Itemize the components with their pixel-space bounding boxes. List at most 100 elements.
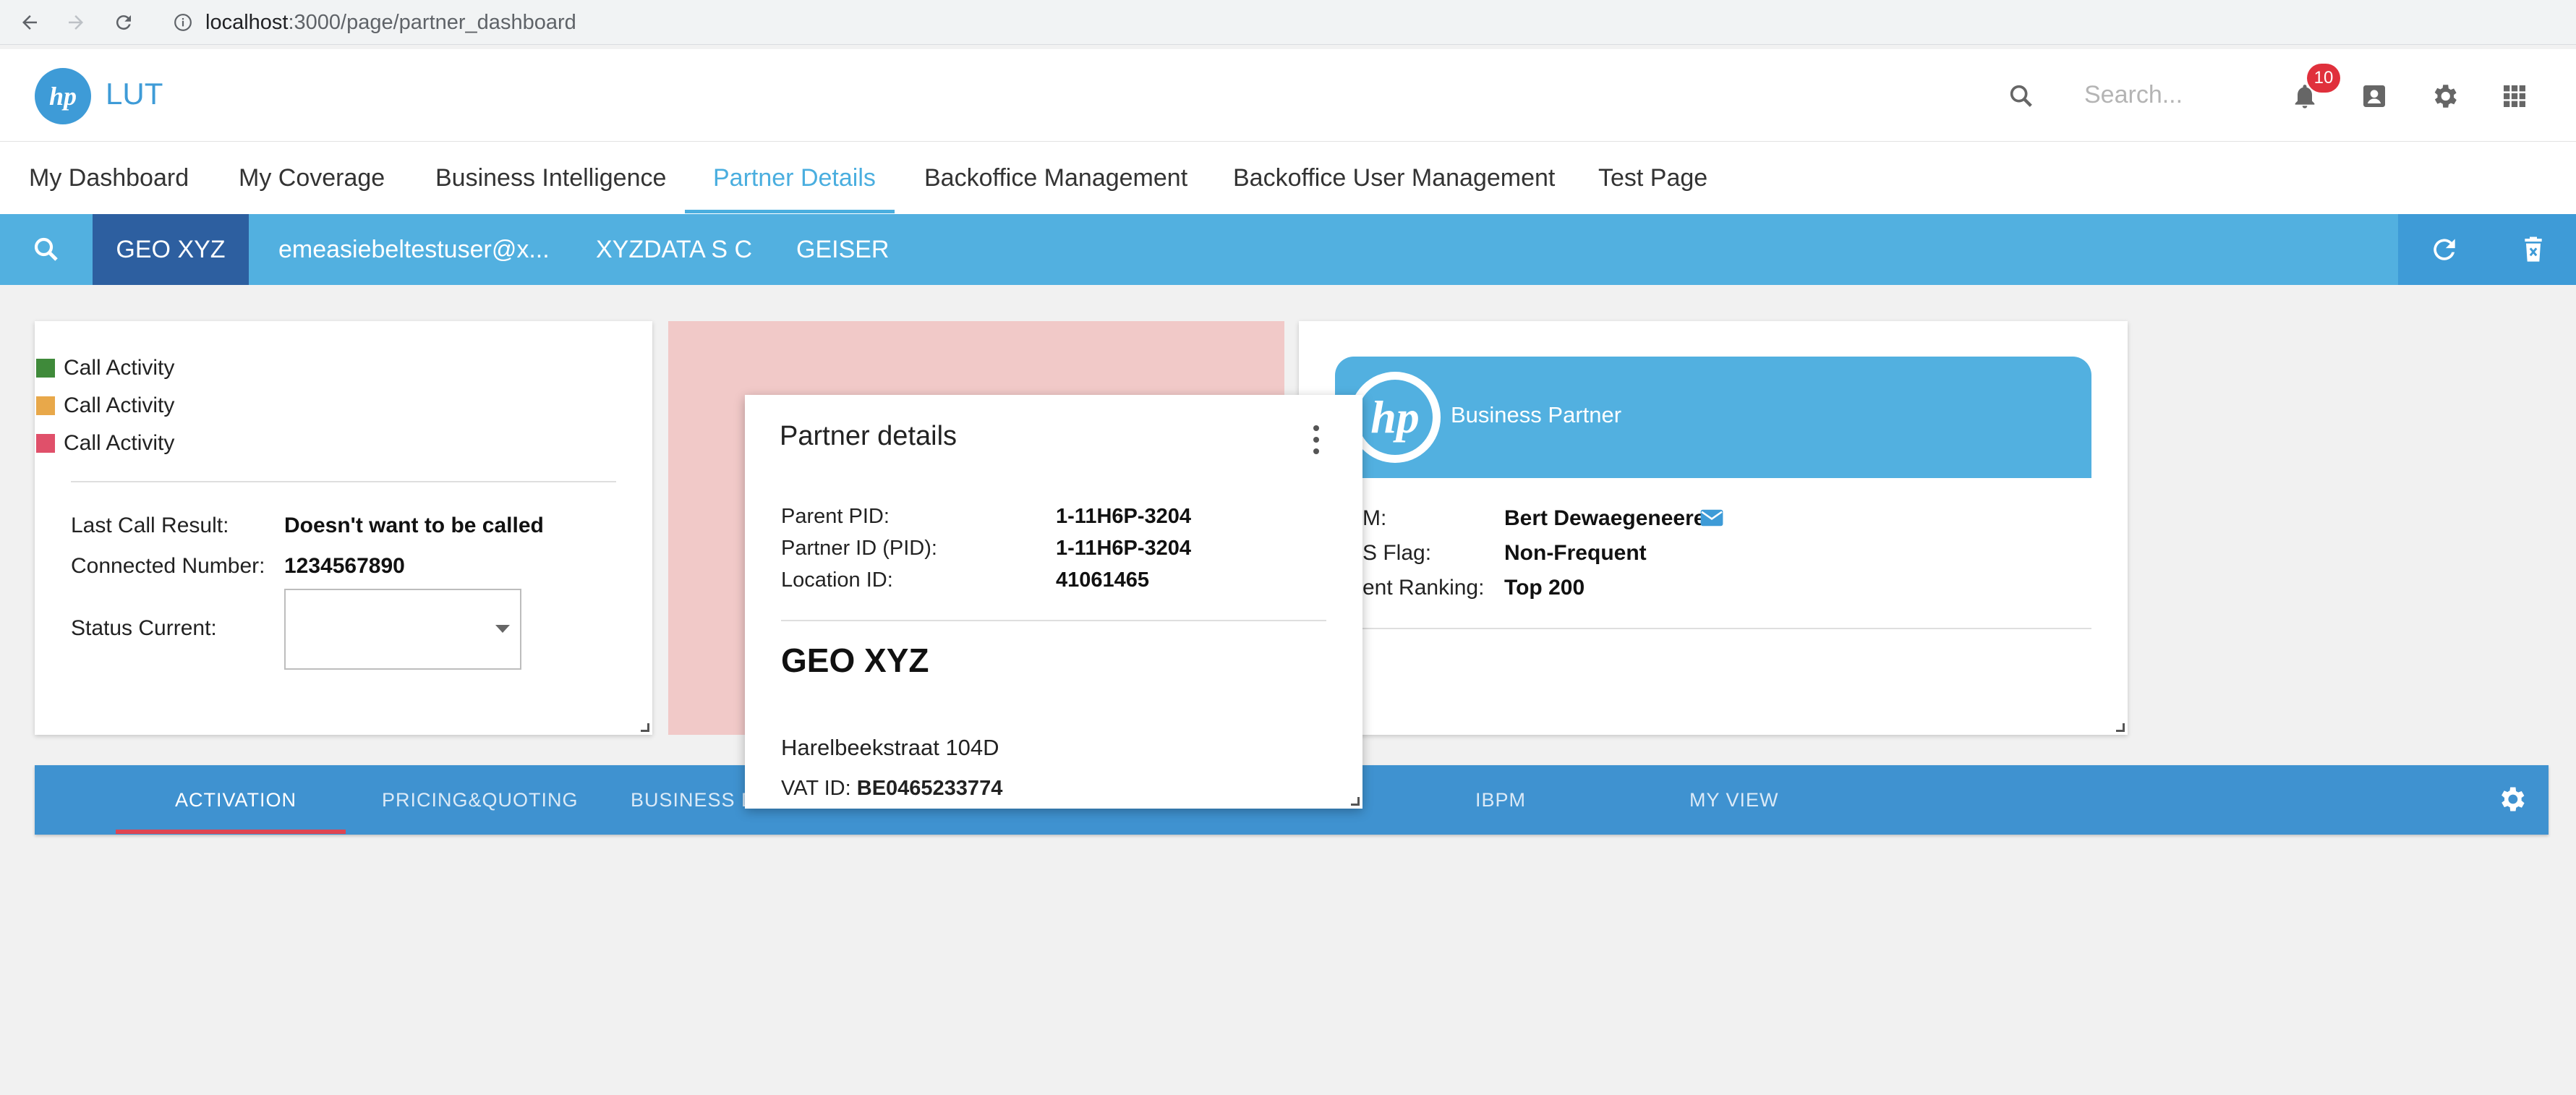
- gear-icon: [2434, 85, 2457, 108]
- resize-handle[interactable]: [1351, 797, 1360, 806]
- tab-pricing-quoting[interactable]: PRICING&QUOTING: [382, 765, 579, 835]
- divider: [71, 481, 616, 482]
- tab-my-dashboard[interactable]: My Dashboard: [29, 142, 189, 214]
- mail-button[interactable]: [1699, 508, 1724, 532]
- url-path: :3000/page/partner_dashboard: [288, 10, 576, 34]
- hp-logo[interactable]: hp: [35, 68, 91, 124]
- divider: [781, 620, 1326, 621]
- tab-partner-details[interactable]: Partner Details: [713, 142, 876, 214]
- partner-id-value: 1-11H6P-3204: [1056, 537, 1192, 560]
- partner-address: Harelbeekstraat 104D: [781, 735, 999, 760]
- location-id-value: 41061465: [1056, 568, 1150, 592]
- gear-icon: [2502, 787, 2525, 811]
- partner-vat: VAT ID: BE0465233774: [781, 777, 1002, 801]
- last-call-result-label: Last Call Result:: [71, 514, 229, 537]
- context-search-button[interactable]: [0, 214, 93, 285]
- parent-pid-value: 1-11H6P-3204: [1056, 505, 1192, 528]
- status-current-select[interactable]: [284, 589, 521, 670]
- reload-icon: [116, 15, 131, 30]
- delete-icon: [2525, 237, 2542, 262]
- search-button[interactable]: [2003, 78, 2039, 114]
- legend-item: Call Activity: [36, 393, 174, 418]
- profile-button[interactable]: [2356, 78, 2392, 114]
- url-host: localhost: [205, 10, 289, 34]
- active-subtab-indicator: [116, 830, 346, 834]
- tab-ibpm[interactable]: IBPM: [1475, 765, 1526, 835]
- business-partner-title: Business Partner: [1451, 402, 1622, 427]
- context-user[interactable]: emeasiebeltestuser@x...: [278, 214, 550, 285]
- refresh-button[interactable]: [2398, 214, 2491, 285]
- location-id-label: Location ID:: [781, 568, 893, 592]
- connected-number-value: 1234567890: [284, 554, 405, 578]
- last-call-result-value: Doesn't want to be called: [284, 514, 544, 537]
- context-company[interactable]: XYZDATA S C: [596, 214, 752, 285]
- svg-text:hp: hp: [1370, 391, 1420, 443]
- app-header: hp LUT Search...: [0, 49, 2576, 142]
- tab-my-coverage[interactable]: My Coverage: [239, 142, 385, 214]
- url-text: localhost:3000/page/partner_dashboard: [205, 11, 576, 35]
- info-icon: [174, 14, 192, 31]
- bp-row-label: S Flag:: [1362, 541, 1432, 565]
- tab-business-intelligence[interactable]: Business Intelligence: [435, 142, 666, 214]
- tab-activation[interactable]: ACTIVATION: [175, 765, 297, 835]
- popup-title: Partner details: [780, 421, 958, 451]
- connected-number-label: Connected Number:: [71, 554, 265, 578]
- business-partner-header: [1335, 357, 2091, 478]
- apps-button[interactable]: [2496, 78, 2533, 114]
- legend-swatch-red: [36, 434, 55, 453]
- tab-my-view[interactable]: MY VIEW: [1689, 765, 1779, 835]
- bp-row-label: M:: [1362, 506, 1387, 530]
- resize-handle[interactable]: [641, 723, 649, 732]
- browser-toolbar: localhost:3000/page/partner_dashboard: [0, 0, 2576, 45]
- app-name: LUT: [106, 77, 163, 111]
- chevron-down-icon: [495, 625, 510, 633]
- svg-text:hp: hp: [49, 82, 77, 111]
- tab-business[interactable]: BUSINESS D: [631, 765, 756, 835]
- settings-button[interactable]: [2426, 78, 2462, 114]
- bp-row-label: ent Ranking:: [1362, 576, 1485, 600]
- partner-geo: GEO XYZ: [781, 642, 929, 679]
- search-input[interactable]: Search...: [2084, 81, 2183, 109]
- divider: [1335, 628, 2091, 629]
- subnav-settings-button[interactable]: [2494, 781, 2530, 817]
- main-navigation: My Dashboard My Coverage Business Intell…: [0, 142, 2576, 214]
- reload-button[interactable]: [107, 6, 140, 39]
- bp-row-value: Bert Dewaegeneere: [1504, 506, 1706, 530]
- hp-logo-icon: hp: [49, 82, 77, 111]
- clear-button[interactable]: [2491, 214, 2576, 285]
- tab-backoffice-user-management[interactable]: Backoffice User Management: [1233, 142, 1555, 214]
- more-vert-icon[interactable]: [1309, 425, 1323, 454]
- legend-label: Call Activity: [64, 393, 175, 417]
- forward-button[interactable]: [59, 6, 93, 39]
- active-tab-indicator: [685, 210, 895, 213]
- mail-icon: [1700, 509, 1723, 527]
- search-icon: [34, 237, 58, 261]
- contact-card-icon: [2363, 85, 2385, 107]
- tab-test-page[interactable]: Test Page: [1598, 142, 1707, 214]
- context-partner[interactable]: GEISER: [796, 214, 889, 285]
- partner-details-popup: Partner details Parent PID: 1-11H6P-3204…: [745, 395, 1362, 809]
- legend-swatch-orange: [36, 396, 55, 415]
- bp-row-value: Top 200: [1504, 576, 1585, 600]
- resize-handle[interactable]: [2116, 723, 2125, 732]
- back-button[interactable]: [13, 6, 46, 39]
- context-geo[interactable]: GEO XYZ: [93, 214, 249, 285]
- arrow-left-icon: [22, 15, 37, 30]
- address-bar[interactable]: localhost:3000/page/partner_dashboard: [158, 4, 2566, 41]
- partner-id-label: Partner ID (PID):: [781, 537, 937, 560]
- context-bar: GEO XYZ emeasiebeltestuser@x... XYZDATA …: [0, 214, 2576, 285]
- legend-item: Call Activity: [36, 431, 174, 456]
- legend-swatch-green: [36, 359, 55, 378]
- vat-label: VAT ID:: [781, 777, 851, 800]
- legend-label: Call Activity: [64, 356, 175, 380]
- tab-backoffice-management[interactable]: Backoffice Management: [924, 142, 1187, 214]
- parent-pid-label: Parent PID:: [781, 505, 890, 528]
- arrow-right-icon: [69, 15, 83, 30]
- bp-row-value: Non-Frequent: [1504, 541, 1647, 565]
- hp-logo: hp: [1349, 372, 1441, 463]
- status-current-label: Status Current:: [71, 616, 217, 640]
- legend-label: Call Activity: [64, 431, 175, 455]
- apps-grid-icon: [2504, 85, 2525, 107]
- vat-value: BE0465233774: [856, 777, 1003, 800]
- notification-badge: 10: [2307, 64, 2340, 93]
